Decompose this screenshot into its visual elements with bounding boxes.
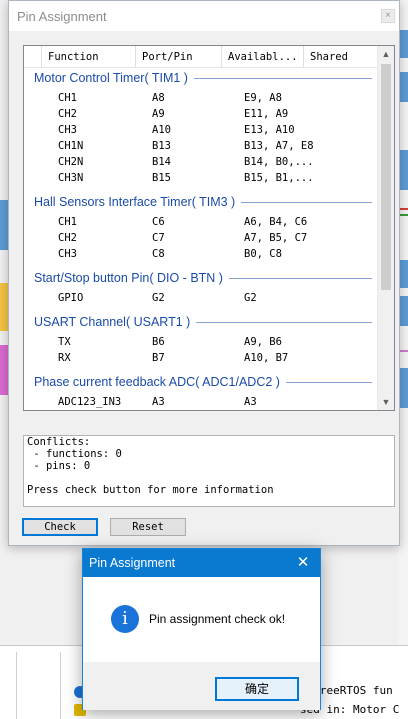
header-spacer <box>24 46 42 68</box>
available-cell[interactable]: B0, C8 <box>244 246 282 262</box>
port-pin-cell[interactable]: G2 <box>152 290 165 306</box>
function-cell[interactable]: CH3N <box>58 170 83 186</box>
conflicts-output: Conflicts: - functions: 0 - pins: 0 Pres… <box>23 435 395 507</box>
port-pin-cell[interactable]: B14 <box>152 154 171 170</box>
available-cell[interactable]: E9, A8 <box>244 90 282 106</box>
group-divider <box>196 322 372 323</box>
group-divider <box>241 202 372 203</box>
background-pink-block <box>0 345 8 395</box>
reset-button[interactable]: Reset <box>110 518 186 536</box>
port-pin-cell[interactable]: C6 <box>152 214 165 230</box>
function-cell[interactable]: CH1 <box>58 90 77 106</box>
dialog-message: Pin assignment check ok! <box>149 612 286 626</box>
group-divider <box>229 278 372 279</box>
background-divider <box>16 652 17 719</box>
column-header-port-pin[interactable]: Port/Pin <box>136 46 222 68</box>
ok-button[interactable]: 确定 <box>215 677 299 701</box>
conflicts-line: Conflicts: <box>27 436 91 448</box>
group-title: Phase current feedback ADC( ADC1/ADC2 ) <box>34 375 280 389</box>
function-cell[interactable]: CH2N <box>58 154 83 170</box>
dialog-title-bar[interactable]: Pin Assignment ✕ <box>83 549 320 577</box>
list-header: Function Port/Pin Availabl... Shared <box>24 46 379 68</box>
close-icon[interactable]: × <box>381 9 395 23</box>
function-cell[interactable]: RX <box>58 350 71 366</box>
port-pin-cell[interactable]: B13 <box>152 138 171 154</box>
group-title: Motor Control Timer( TIM1 ) <box>34 71 188 85</box>
scroll-down-arrow-icon[interactable]: ▼ <box>378 394 394 410</box>
group-divider <box>286 382 372 383</box>
available-cell[interactable]: A6, B4, C6 <box>244 214 307 230</box>
function-cell[interactable]: CH3 <box>58 246 77 262</box>
info-icon: i <box>111 605 139 633</box>
function-cell[interactable]: CH3 <box>58 122 77 138</box>
check-button[interactable]: Check <box>22 518 98 536</box>
pin-list[interactable]: Function Port/Pin Availabl... Shared Mot… <box>23 45 395 411</box>
port-pin-cell[interactable]: A3 <box>152 394 165 410</box>
available-cell[interactable]: E11, A9 <box>244 106 288 122</box>
dialog-title: Pin Assignment <box>89 556 176 570</box>
available-cell[interactable]: A10, B7 <box>244 350 288 366</box>
column-header-shared[interactable]: Shared <box>304 46 379 68</box>
background-yellow-block <box>0 283 8 331</box>
scroll-up-arrow-icon[interactable]: ▲ <box>378 46 394 62</box>
available-cell[interactable]: A9, B6 <box>244 334 282 350</box>
background-blue-block <box>0 200 8 250</box>
port-pin-cell[interactable]: A9 <box>152 106 165 122</box>
column-header-available[interactable]: Availabl... <box>222 46 304 68</box>
window-title: Pin Assignment <box>17 9 107 24</box>
list-rows: Motor Control Timer( TIM1 ) CH1 A8 E9, A8 CH… <box>24 68 379 410</box>
port-pin-cell[interactable]: A10 <box>152 122 171 138</box>
available-cell[interactable]: A7, B5, C7 <box>244 230 307 246</box>
column-header-function[interactable]: Function <box>42 46 136 68</box>
available-cell[interactable]: A3 <box>244 394 257 410</box>
scroll-thumb[interactable] <box>381 64 391 290</box>
function-cell[interactable]: CH2 <box>58 230 77 246</box>
available-cell[interactable]: G2 <box>244 290 257 306</box>
check-result-dialog: Pin Assignment ✕ i Pin assignment check … <box>82 548 321 710</box>
dialog-footer: 确定 <box>83 662 320 710</box>
port-pin-cell[interactable]: B7 <box>152 350 165 366</box>
background-divider <box>60 652 61 719</box>
available-cell[interactable]: B14, B0,... <box>244 154 314 170</box>
port-pin-cell[interactable]: C7 <box>152 230 165 246</box>
function-cell[interactable]: CH1 <box>58 214 77 230</box>
conflicts-line: Press check button for more information <box>27 484 274 496</box>
dialog-close-icon[interactable]: ✕ <box>290 551 316 575</box>
function-cell[interactable]: GPIO <box>58 290 83 306</box>
conflicts-line: - functions: 0 <box>27 448 122 460</box>
group-title: Hall Sensors Interface Timer( TIM3 ) <box>34 195 236 209</box>
title-bar[interactable]: Pin Assignment × <box>9 1 399 31</box>
function-cell[interactable]: CH1N <box>58 138 83 154</box>
function-cell[interactable]: CH2 <box>58 106 77 122</box>
port-pin-cell[interactable]: B15 <box>152 170 171 186</box>
group-title: USART Channel( USART1 ) <box>34 315 191 329</box>
function-cell[interactable]: TX <box>58 334 71 350</box>
available-cell[interactable]: E13, A10 <box>244 122 295 138</box>
function-cell[interactable]: ADC123_IN3 <box>58 394 121 410</box>
port-pin-cell[interactable]: B6 <box>152 334 165 350</box>
conflicts-line <box>27 472 391 484</box>
pin-assignment-window: Pin Assignment × Function Port/Pin Avail… <box>8 0 400 546</box>
available-cell[interactable]: B13, A7, E8 <box>244 138 314 154</box>
group-divider <box>194 78 372 79</box>
port-pin-cell[interactable]: A8 <box>152 90 165 106</box>
conflicts-line: - pins: 0 <box>27 460 91 472</box>
available-cell[interactable]: B15, B1,... <box>244 170 314 186</box>
port-pin-cell[interactable]: C8 <box>152 246 165 262</box>
vertical-scrollbar[interactable]: ▲ ▼ <box>377 46 394 410</box>
group-title: Start/Stop button Pin( DIO - BTN ) <box>34 271 223 285</box>
